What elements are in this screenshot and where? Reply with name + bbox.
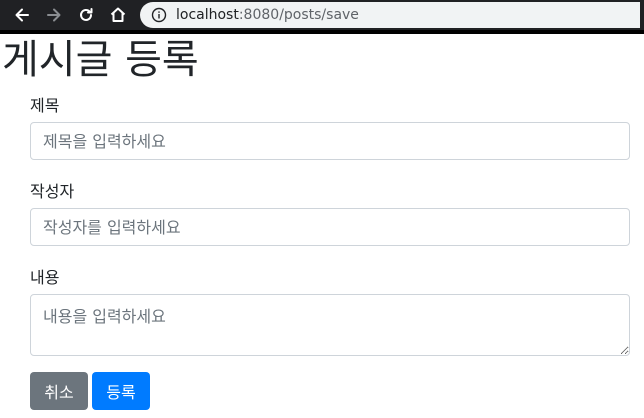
url-host: localhost (176, 7, 239, 23)
address-bar[interactable]: localhost:8080/posts/save (140, 2, 640, 28)
back-arrow-icon[interactable] (10, 3, 34, 27)
reload-icon[interactable] (74, 3, 98, 27)
title-input[interactable] (30, 122, 630, 160)
home-icon[interactable] (106, 3, 130, 27)
author-label: 작성자 (30, 182, 75, 201)
url-path: :8080/posts/save (238, 7, 359, 23)
submit-button[interactable]: 등록 (92, 372, 150, 410)
content-label: 내용 (30, 268, 60, 287)
content-textarea[interactable] (30, 294, 630, 356)
author-input[interactable] (30, 208, 630, 246)
info-icon[interactable] (150, 6, 168, 24)
page-title: 게시글 등록 (2, 37, 199, 83)
title-label: 제목 (30, 96, 60, 115)
browser-toolbar: localhost:8080/posts/save (0, 0, 644, 30)
forward-arrow-icon[interactable] (42, 3, 66, 27)
cancel-button[interactable]: 취소 (30, 372, 88, 410)
url-text: localhost:8080/posts/save (176, 7, 359, 23)
